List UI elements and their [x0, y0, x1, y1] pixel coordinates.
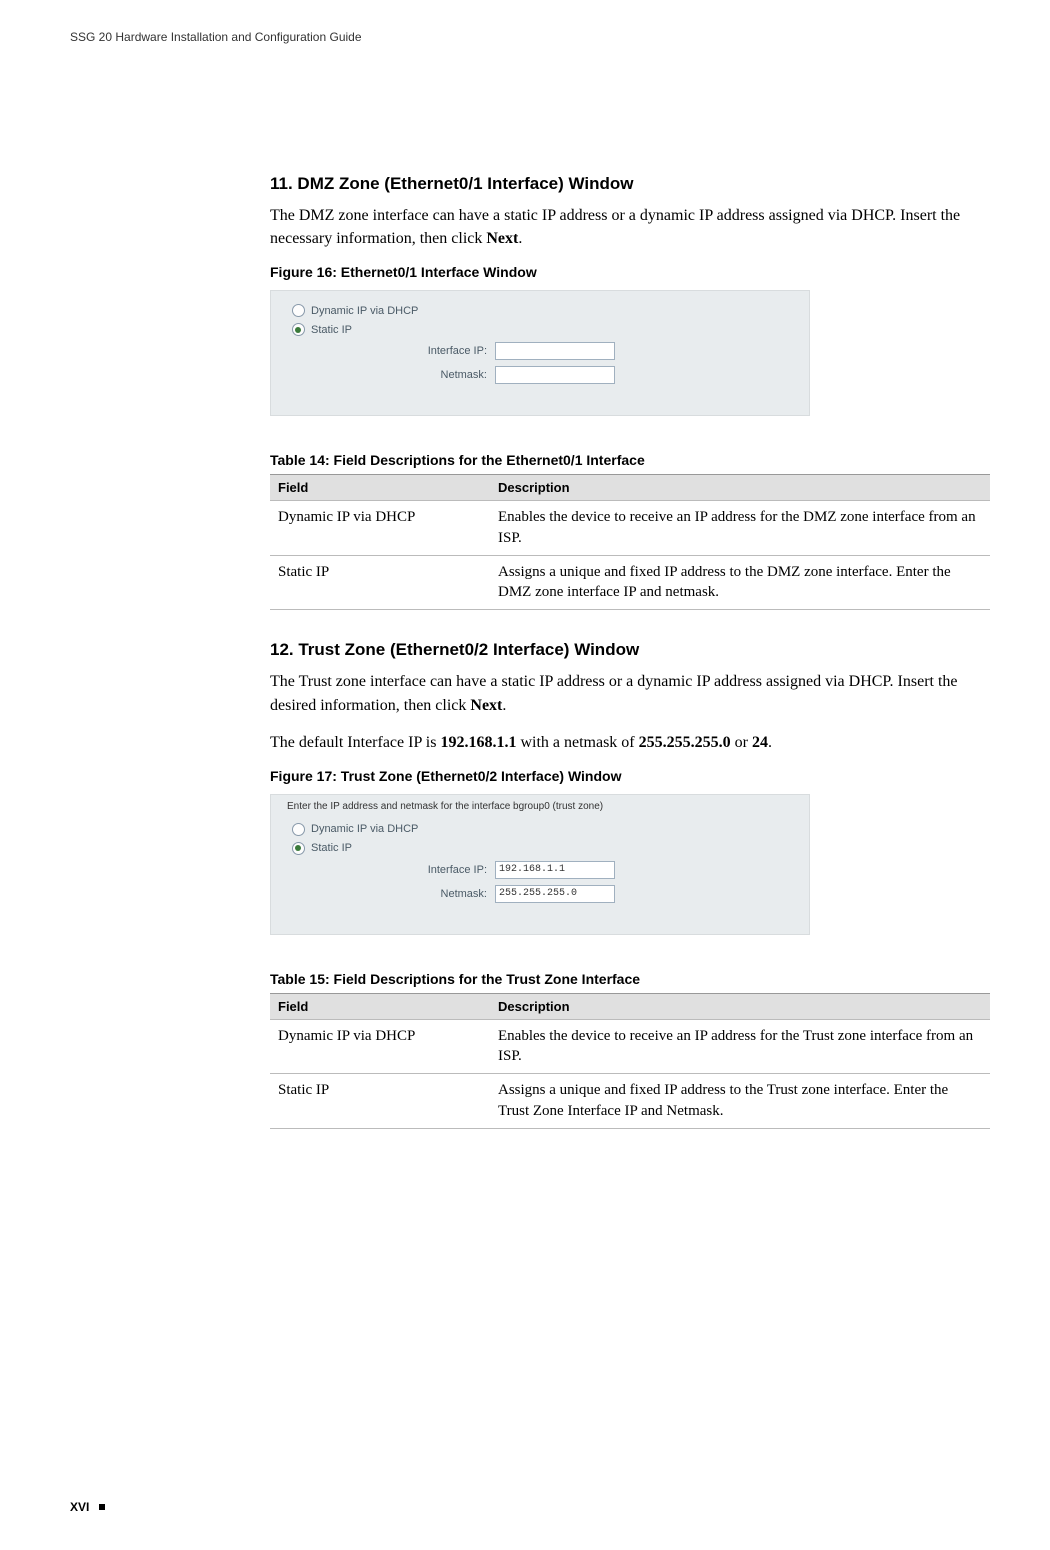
netmask-row: Netmask:: [285, 882, 795, 906]
radio-col: [285, 823, 311, 836]
text: The Trust zone interface can have a stat…: [270, 673, 958, 713]
figure-17-caption: Figure 17: Trust Zone (Ethernet0/2 Inter…: [270, 768, 990, 784]
netmask-input[interactable]: [495, 366, 615, 384]
interface-ip-label: Interface IP:: [365, 345, 495, 357]
table-14: Field Description Dynamic IP via DHCP En…: [270, 474, 990, 610]
radio-checked-icon[interactable]: [292, 323, 305, 336]
default-mask: 255.255.255.0: [639, 734, 731, 751]
netmask-label: Netmask:: [365, 888, 495, 900]
table-row: Static IP Assigns a unique and fixed IP …: [270, 555, 990, 610]
th-description: Description: [490, 993, 990, 1019]
cell-desc: Assigns a unique and fixed IP address to…: [490, 1074, 990, 1129]
main-content: 11. DMZ Zone (Ethernet0/1 Interface) Win…: [270, 174, 990, 1129]
radio-col: [285, 304, 311, 317]
table-row: Static IP Assigns a unique and fixed IP …: [270, 1074, 990, 1129]
table-row: Dynamic IP via DHCP Enables the device t…: [270, 1019, 990, 1074]
table-14-caption: Table 14: Field Descriptions for the Eth…: [270, 452, 990, 468]
running-header: SSG 20 Hardware Installation and Configu…: [70, 30, 990, 44]
netmask-label: Netmask:: [365, 369, 495, 381]
text: The default Interface IP is: [270, 734, 440, 751]
static-option-label: Static IP: [311, 842, 795, 854]
table-15: Field Description Dynamic IP via DHCP En…: [270, 993, 990, 1129]
cell-field: Static IP: [270, 555, 490, 610]
text: with a netmask of: [516, 734, 638, 751]
ethernet01-panel: Dynamic IP via DHCP Static IP Interface …: [270, 290, 810, 416]
radio-col: [285, 842, 311, 855]
dhcp-option-row[interactable]: Dynamic IP via DHCP: [285, 820, 795, 839]
cell-field: Static IP: [270, 1074, 490, 1129]
text: or: [731, 734, 752, 751]
next-keyword: Next: [486, 230, 518, 247]
radio-col: [285, 323, 311, 336]
cell-desc: Enables the device to receive an IP addr…: [490, 501, 990, 556]
cell-field: Dynamic IP via DHCP: [270, 1019, 490, 1074]
cell-desc: Assigns a unique and fixed IP address to…: [490, 555, 990, 610]
th-field: Field: [270, 475, 490, 501]
radio-unchecked-icon[interactable]: [292, 823, 305, 836]
radio-dot: [295, 327, 301, 333]
cell-field: Dynamic IP via DHCP: [270, 501, 490, 556]
static-option-row[interactable]: Static IP: [285, 320, 795, 339]
page-number: XVI: [70, 1500, 89, 1514]
dhcp-option-label: Dynamic IP via DHCP: [311, 305, 795, 317]
text: .: [518, 230, 522, 247]
dhcp-option-label: Dynamic IP via DHCP: [311, 823, 795, 835]
cell-desc: Enables the device to receive an IP addr…: [490, 1019, 990, 1074]
section-12-para1: The Trust zone interface can have a stat…: [270, 670, 990, 716]
next-keyword: Next: [470, 697, 502, 714]
radio-dot: [295, 845, 301, 851]
table-row: Dynamic IP via DHCP Enables the device t…: [270, 501, 990, 556]
section-11-heading: 11. DMZ Zone (Ethernet0/1 Interface) Win…: [270, 174, 990, 194]
text: .: [502, 697, 506, 714]
table-header-row: Field Description: [270, 993, 990, 1019]
table-header-row: Field Description: [270, 475, 990, 501]
interface-ip-label: Interface IP:: [365, 864, 495, 876]
section-12-heading: 12. Trust Zone (Ethernet0/2 Interface) W…: [270, 640, 990, 660]
th-field: Field: [270, 993, 490, 1019]
page-footer: XVI: [70, 1500, 105, 1514]
default-ip: 192.168.1.1: [440, 734, 516, 751]
figure-16-caption: Figure 16: Ethernet0/1 Interface Window: [270, 264, 990, 280]
square-bullet-icon: [99, 1504, 105, 1510]
interface-ip-row: Interface IP:: [285, 858, 795, 882]
dhcp-option-row[interactable]: Dynamic IP via DHCP: [285, 301, 795, 320]
text: The DMZ zone interface can have a static…: [270, 207, 960, 247]
panel-instruction: Enter the IP address and netmask for the…: [285, 801, 795, 812]
netmask-input[interactable]: [495, 885, 615, 903]
section-12-para2: The default Interface IP is 192.168.1.1 …: [270, 731, 990, 754]
interface-ip-row: Interface IP:: [285, 339, 795, 363]
text: .: [768, 734, 772, 751]
th-description: Description: [490, 475, 990, 501]
radio-checked-icon[interactable]: [292, 842, 305, 855]
static-option-row[interactable]: Static IP: [285, 839, 795, 858]
table-15-caption: Table 15: Field Descriptions for the Tru…: [270, 971, 990, 987]
interface-ip-input[interactable]: [495, 861, 615, 879]
default-cidr: 24: [752, 734, 768, 751]
trust-zone-panel: Enter the IP address and netmask for the…: [270, 794, 810, 935]
section-11-para: The DMZ zone interface can have a static…: [270, 204, 990, 250]
static-option-label: Static IP: [311, 324, 795, 336]
interface-ip-input[interactable]: [495, 342, 615, 360]
radio-unchecked-icon[interactable]: [292, 304, 305, 317]
netmask-row: Netmask:: [285, 363, 795, 387]
